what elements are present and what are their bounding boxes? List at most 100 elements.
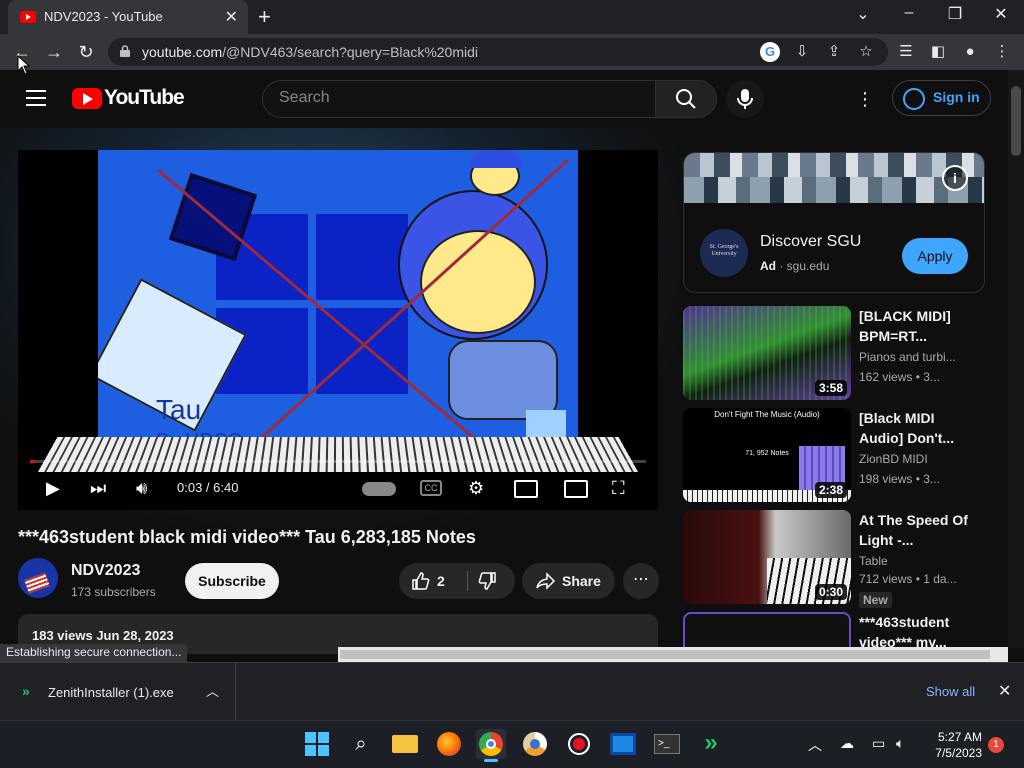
- recommendation-channel[interactable]: Pianos and turbi...: [859, 350, 956, 364]
- more-actions-icon[interactable]: ⋯: [623, 563, 659, 599]
- share-page-icon[interactable]: ⇪: [824, 42, 844, 62]
- search-icon[interactable]: ⌕: [346, 729, 376, 759]
- settings-gear-icon[interactable]: ⚙: [468, 478, 484, 499]
- minimize-button[interactable]: –: [886, 4, 932, 22]
- new-tab-button[interactable]: +: [258, 4, 271, 30]
- recommendation-thumbnail[interactable]: 0:30: [683, 510, 851, 604]
- system-clock[interactable]: 5:27 AM 7/5/2023: [922, 729, 982, 761]
- tab-search-chevron-icon[interactable]: ⌄: [840, 4, 886, 24]
- reload-button[interactable]: ↻: [74, 40, 98, 64]
- next-video-icon[interactable]: ⏭: [90, 478, 106, 499]
- channel-avatar[interactable]: [18, 558, 58, 598]
- recommendation-title[interactable]: At The Speed Of Light -...: [859, 510, 979, 550]
- terminal-icon[interactable]: >_: [652, 729, 682, 759]
- record-icon[interactable]: [564, 729, 594, 759]
- chrome-canary-icon[interactable]: [520, 729, 550, 759]
- recommendation-item[interactable]: 3:58 [BLACK MIDI] BPM=RT... Pianos and t…: [683, 306, 993, 402]
- windows-taskbar: ⌕ >_ » ︿ ☁ ▭ 🔈︎ 5:27 AM 7/5/2023 1: [0, 720, 1024, 768]
- close-download-bar-icon[interactable]: ✕: [998, 681, 1011, 701]
- settings-more-icon[interactable]: ⋮: [856, 88, 874, 110]
- scrollbar-thumb[interactable]: [1011, 86, 1021, 156]
- side-panel-icon[interactable]: ◧: [928, 42, 948, 62]
- recommendation-thumbnail[interactable]: 3:58: [683, 306, 851, 400]
- miniplayer-icon[interactable]: [514, 480, 538, 498]
- vertical-scrollbar[interactable]: [1008, 70, 1024, 648]
- profile-icon[interactable]: ●: [960, 42, 980, 62]
- scrollbar-thumb[interactable]: [340, 650, 990, 659]
- share-arrow-icon: [536, 572, 556, 590]
- video-title: ***463student black midi video*** Tau 6,…: [18, 527, 476, 547]
- recommendation-title[interactable]: ***463student video*** my...: [859, 612, 979, 648]
- firefox-icon[interactable]: [434, 729, 464, 759]
- youtube-logo-text[interactable]: YouTube: [104, 86, 185, 110]
- hamburger-menu-icon[interactable]: [26, 90, 46, 106]
- like-thumb-icon[interactable]: [411, 571, 431, 591]
- window-close-button[interactable]: ✕: [978, 4, 1024, 24]
- search-button[interactable]: [655, 80, 717, 118]
- file-explorer-icon[interactable]: [390, 729, 420, 759]
- youtube-logo-icon[interactable]: [72, 88, 102, 109]
- install-app-icon[interactable]: ⇩: [792, 42, 812, 62]
- volume-icon[interactable]: 🔊︎: [136, 478, 147, 499]
- voice-search-button[interactable]: [726, 80, 764, 118]
- search-input[interactable]: [279, 89, 639, 107]
- theater-mode-icon[interactable]: [564, 480, 588, 498]
- recommendation-channel[interactable]: ZionBD MIDI: [859, 452, 928, 466]
- recommendation-item[interactable]: Don't Fight The Music (Audio) 71, 952 No…: [683, 408, 993, 504]
- volume-tray-icon[interactable]: 🔈︎: [896, 735, 904, 752]
- chevron-up-icon[interactable]: ︿: [206, 681, 219, 700]
- ad-domain: sgu.edu: [786, 259, 830, 273]
- forward-button[interactable]: →: [42, 40, 66, 64]
- recommendation-item[interactable]: ***463student video*** my...: [683, 612, 993, 648]
- google-lens-icon[interactable]: G: [760, 42, 780, 62]
- ad-banner-image: [684, 153, 984, 203]
- like-count: 2: [437, 573, 445, 589]
- ad-card[interactable]: i St. George's University Discover SGU A…: [683, 152, 985, 293]
- ad-apply-button[interactable]: Apply: [902, 238, 968, 274]
- recommendation-item[interactable]: 0:30 At The Speed Of Light -... Table 71…: [683, 510, 993, 608]
- recommendation-thumbnail[interactable]: Don't Fight The Music (Audio) 71, 952 No…: [683, 408, 851, 502]
- flag-graphic: [24, 572, 50, 594]
- subscribe-button[interactable]: Subscribe: [185, 563, 279, 599]
- chrome-icon[interactable]: [476, 729, 506, 762]
- sign-in-button[interactable]: Sign in: [892, 80, 991, 116]
- cloud-sync-icon[interactable]: ☁: [840, 735, 854, 752]
- play-icon[interactable]: ▶: [46, 478, 60, 499]
- like-dislike-group: 2: [399, 563, 515, 599]
- ad-info-icon[interactable]: i: [942, 165, 968, 191]
- recommendation-thumbnail[interactable]: [683, 612, 851, 648]
- zenith-app-icon[interactable]: »: [696, 729, 726, 759]
- tab-close-icon[interactable]: ✕: [225, 7, 238, 27]
- progress-bar[interactable]: [30, 460, 646, 463]
- network-icon[interactable]: ▭: [872, 735, 885, 752]
- video-player[interactable]: Tau By HDSQ ▶ ⏭ 🔊︎ 0:03 / 6:40 CC ⚙ ⛶: [18, 150, 658, 510]
- restore-button[interactable]: ❐: [932, 4, 978, 24]
- ad-title: Discover SGU: [760, 233, 862, 250]
- fullscreen-icon[interactable]: ⛶: [612, 478, 625, 499]
- browser-menu-icon[interactable]: ⋮: [992, 42, 1012, 62]
- progress-played: [30, 460, 35, 463]
- horizontal-scrollbar[interactable]: [338, 647, 1008, 662]
- thumbnail-title-text: Don't Fight The Music (Audio): [714, 410, 820, 419]
- dislike-thumb-icon[interactable]: [477, 571, 497, 591]
- browser-tab-bar: NDV2023 - YouTube ✕ + ⌄ – ❐ ✕: [0, 0, 1024, 34]
- status-bubble: Establishing secure connection...: [0, 644, 188, 662]
- recommendation-title[interactable]: [BLACK MIDI] BPM=RT...: [859, 306, 979, 346]
- download-item[interactable]: » ZenithInstaller (1).exe ︿: [0, 663, 236, 721]
- recommendation-meta: 198 views • 3...: [859, 472, 940, 486]
- recommendation-meta: 162 views • 3...: [859, 370, 940, 384]
- bookmark-star-icon[interactable]: ☆: [856, 42, 876, 62]
- show-all-downloads-link[interactable]: Show all: [926, 684, 975, 699]
- notification-badge[interactable]: 1: [988, 737, 1004, 753]
- recommendation-title[interactable]: [Black MIDI Audio] Don't...: [859, 408, 979, 448]
- browser-tab[interactable]: NDV2023 - YouTube ✕: [8, 0, 248, 34]
- start-windows-icon[interactable]: [302, 729, 332, 759]
- channel-name[interactable]: NDV2023: [71, 562, 140, 580]
- show-hidden-icons-chevron-icon[interactable]: ︿: [808, 735, 822, 755]
- recommendation-channel[interactable]: Table: [859, 554, 888, 568]
- share-button[interactable]: Share: [522, 563, 615, 599]
- captions-icon[interactable]: CC: [420, 480, 442, 496]
- reading-list-icon[interactable]: ☰: [896, 42, 916, 62]
- autoplay-toggle[interactable]: [362, 482, 396, 496]
- video-editor-icon[interactable]: [608, 729, 638, 759]
